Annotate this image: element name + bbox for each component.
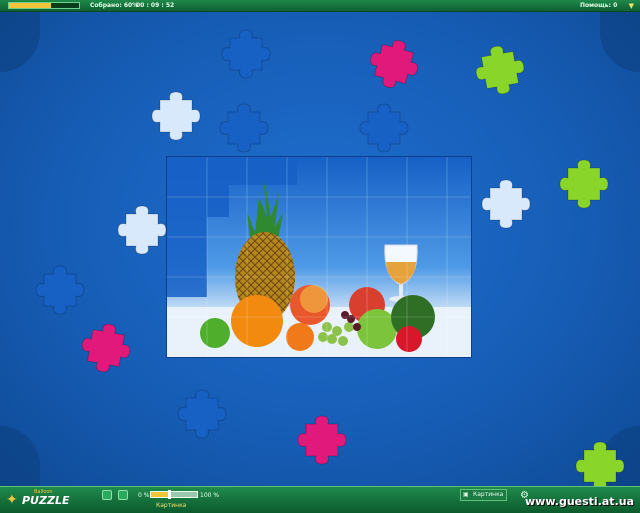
zoom-slider-handle[interactable]: [168, 490, 172, 499]
rotate-tool-button[interactable]: [102, 490, 112, 500]
zoom-max-label: 100 %: [200, 492, 220, 499]
picture-icon: ▣: [463, 491, 469, 498]
puzzle-piece[interactable]: [481, 179, 531, 229]
puzzle-piece[interactable]: [297, 415, 347, 465]
puzzle-piece[interactable]: [221, 29, 271, 79]
puzzle-piece[interactable]: [77, 319, 135, 377]
puzzle-piece[interactable]: [359, 103, 409, 153]
zoom-slider-fill: [151, 492, 170, 497]
puzzle-piece[interactable]: [117, 205, 167, 255]
puzzle-piece[interactable]: [151, 91, 201, 141]
puzzle-piece[interactable]: [35, 265, 85, 315]
logo: PUZZLE: [22, 494, 70, 507]
puzzle-piece[interactable]: [575, 441, 625, 491]
picture-label: Картинка: [156, 502, 187, 509]
puzzle-piece[interactable]: [219, 103, 269, 153]
refresh-tool-button[interactable]: [118, 490, 128, 500]
picture-button[interactable]: ▣ Картинка: [460, 489, 508, 501]
zoom-slider[interactable]: [150, 490, 198, 499]
watermark: www.guesti.at.ua: [525, 495, 634, 508]
loose-pieces-layer: [35, 29, 625, 491]
picture-button-label: Картинка: [473, 491, 504, 498]
puzzle-logo-icon: ✦: [6, 492, 18, 508]
puzzle-piece[interactable]: [364, 34, 424, 94]
zoom-min-label: 0 %: [138, 492, 150, 499]
puzzle-piece[interactable]: [177, 389, 227, 439]
puzzle-piece[interactable]: [471, 41, 529, 99]
puzzle-piece[interactable]: [559, 159, 609, 209]
